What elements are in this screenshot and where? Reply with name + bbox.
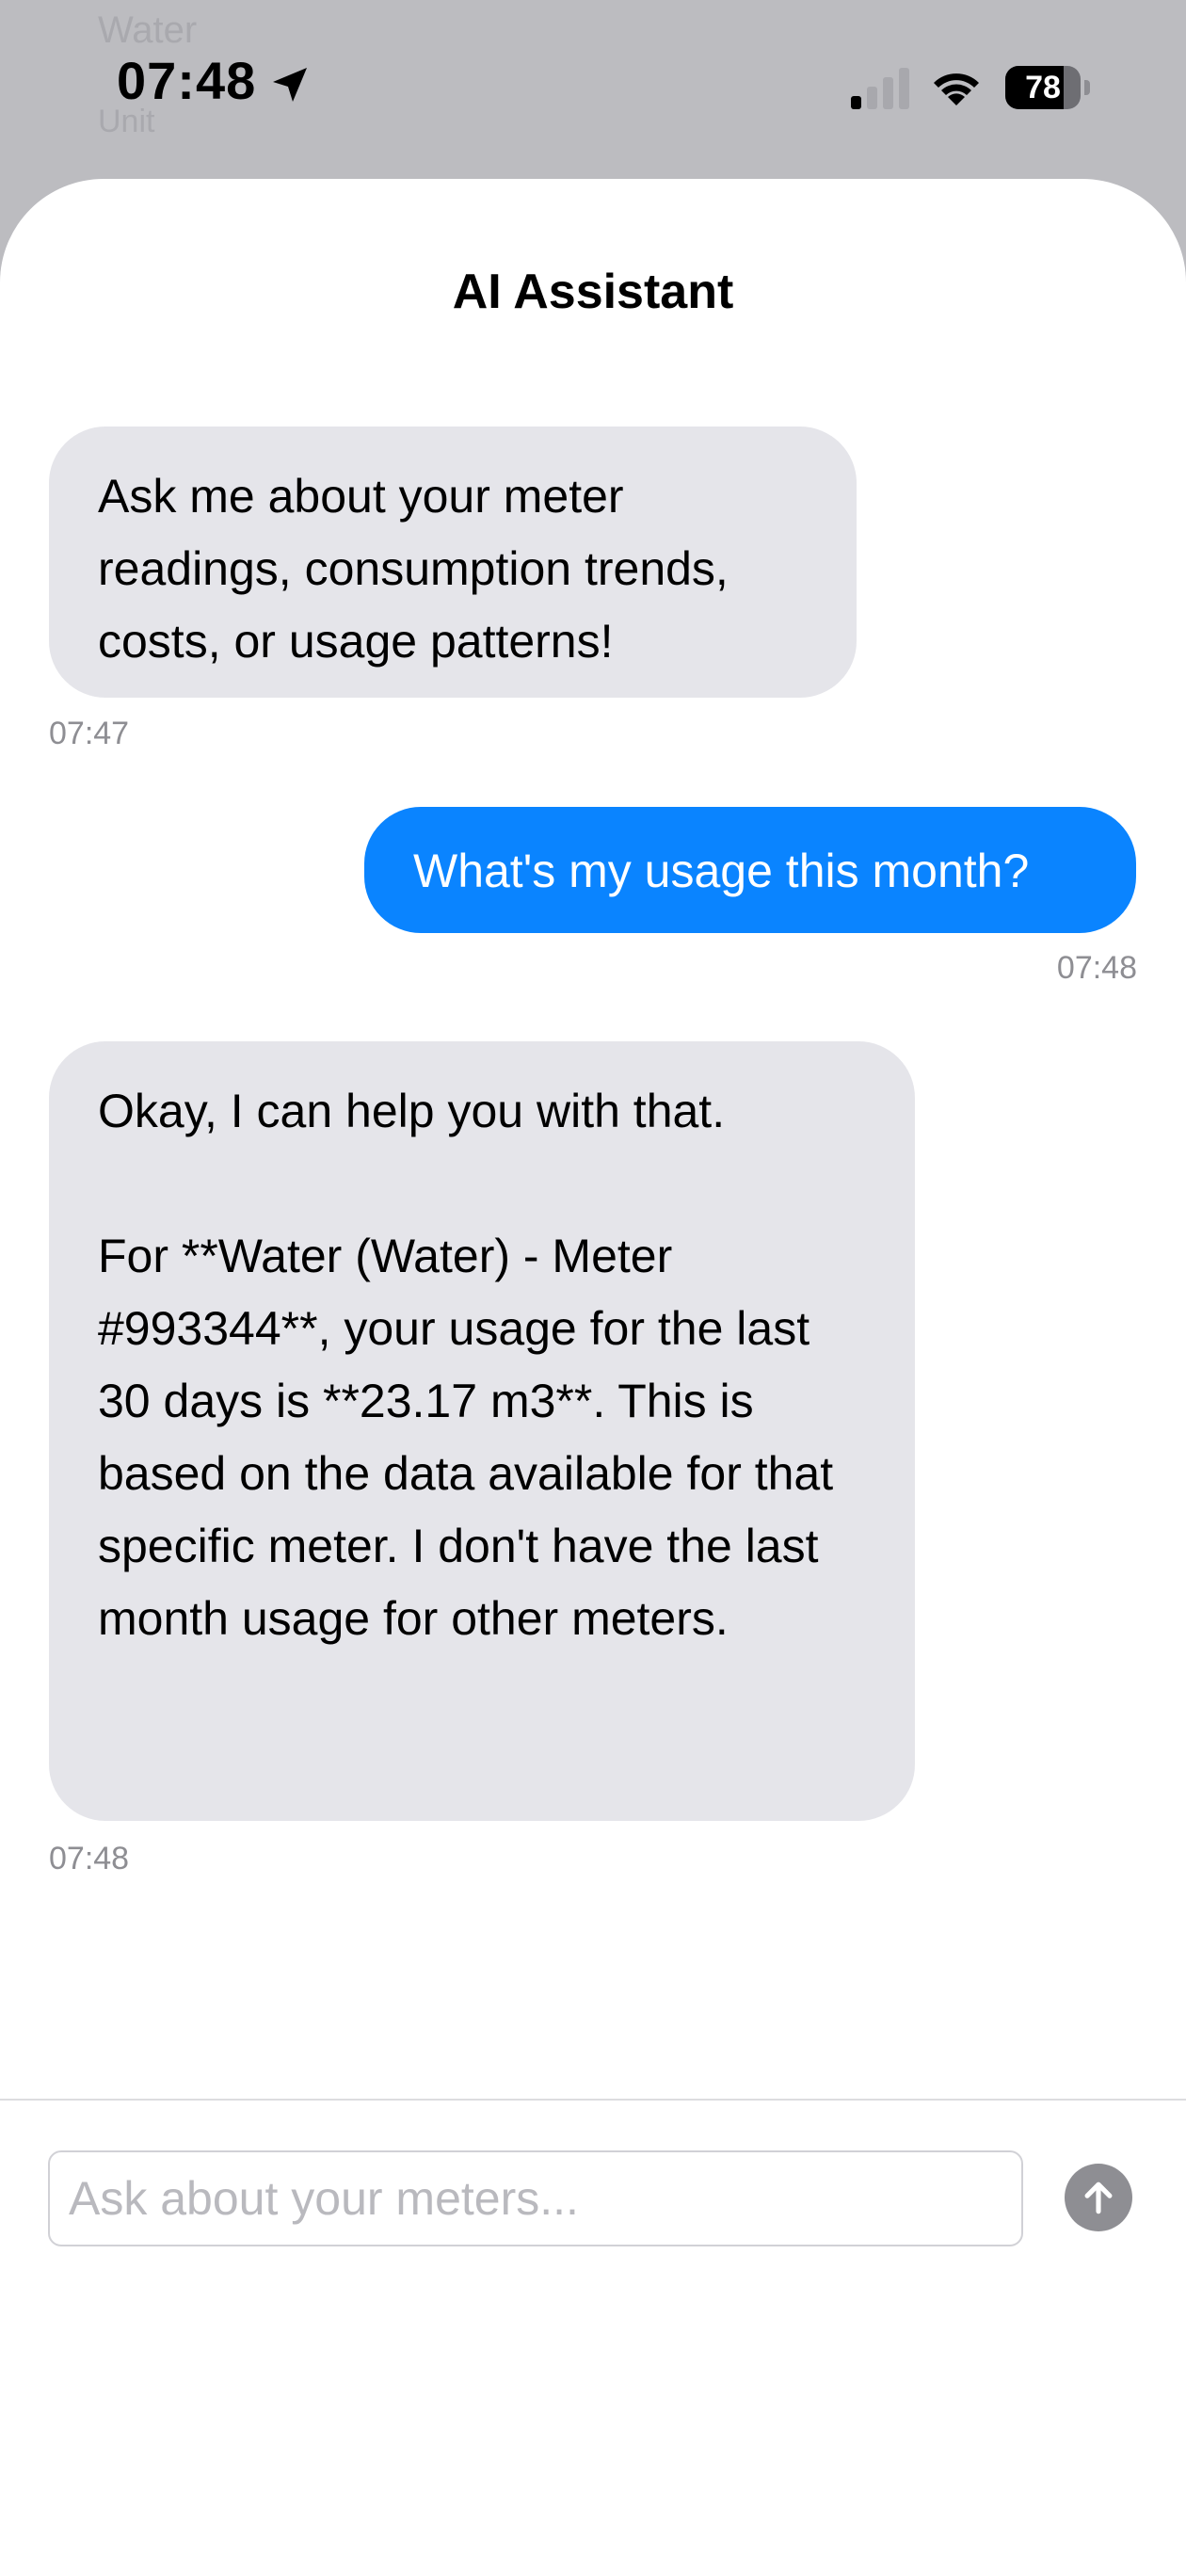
- chat-input[interactable]: [48, 2150, 1023, 2246]
- status-time: 07:48: [117, 51, 257, 110]
- input-divider: [0, 2099, 1186, 2101]
- sheet-title: AI Assistant: [452, 265, 734, 319]
- assistant-message-bubble: Ask me about your meter readings, consum…: [49, 427, 857, 698]
- assistant-message-bubble: Okay, I can help you with that. For **Wa…: [49, 1041, 915, 1821]
- arrow-up-icon: [1084, 2182, 1113, 2214]
- cellular-signal-icon: [851, 68, 909, 109]
- message-timestamp: 07:47: [49, 716, 130, 751]
- battery-icon: 78: [1005, 66, 1090, 109]
- wifi-icon: [934, 73, 979, 105]
- location-arrow-icon: [273, 68, 307, 102]
- message-timestamp: 07:48: [49, 1841, 130, 1876]
- message-timestamp: 07:48: [1056, 950, 1137, 986]
- send-button[interactable]: [1065, 2164, 1132, 2231]
- battery-percent: 78: [1025, 70, 1061, 105]
- status-bar: 07:48 78: [0, 0, 1186, 179]
- user-message-bubble: What's my usage this month?: [364, 807, 1136, 933]
